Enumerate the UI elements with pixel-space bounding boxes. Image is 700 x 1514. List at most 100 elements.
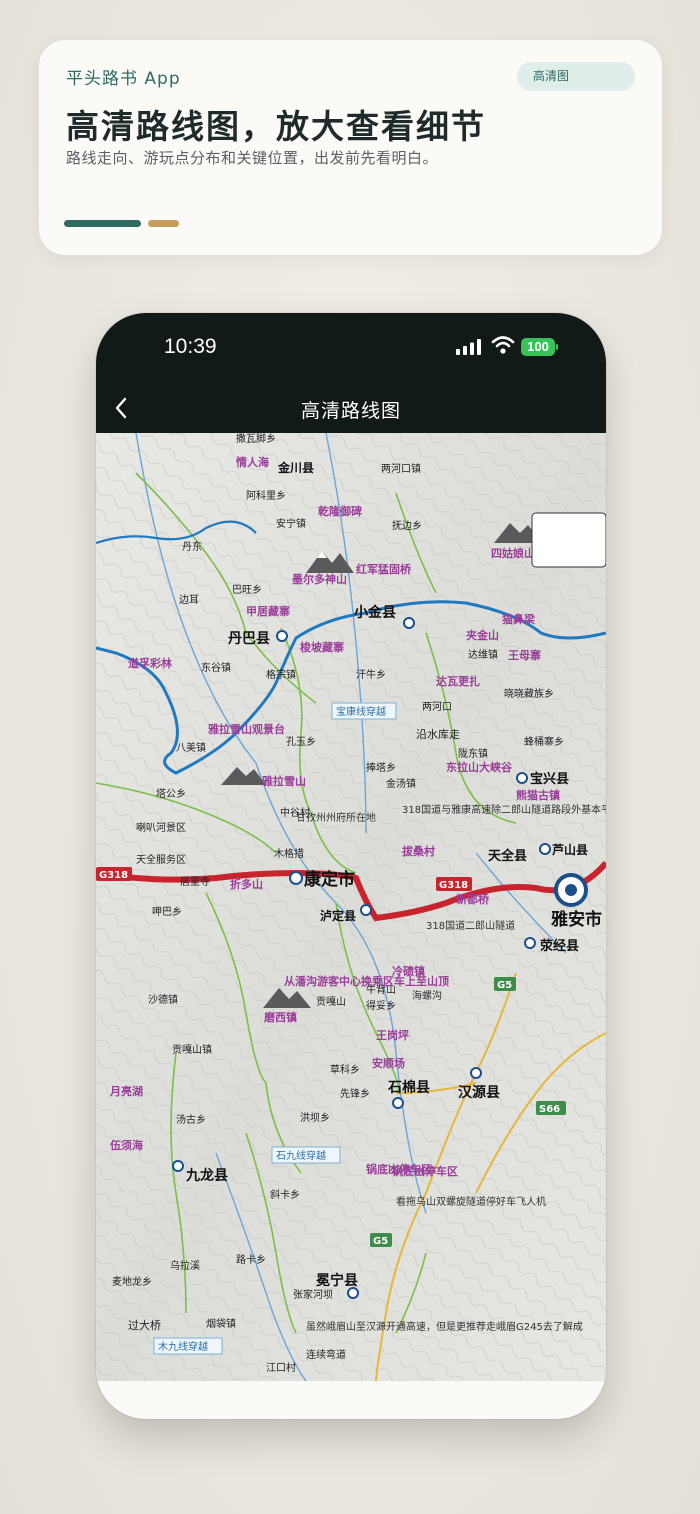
map-label: 草科乡 <box>330 1063 360 1076</box>
attraction-label: 熊猫古镇 <box>516 788 560 802</box>
route-map-svg[interactable]: G318 G318 G5 G5 S66 康定市 雅安市 泸定县 丹巴县 小金县 … <box>96 433 606 1381</box>
map-label: 两河口 <box>422 701 452 713</box>
map-label: 连续弯道 <box>306 1348 346 1361</box>
map-label: 洪坝乡 <box>300 1112 330 1124</box>
map-label: 孔玉乡 <box>286 736 316 748</box>
attraction-label: 新都桥 <box>456 892 490 906</box>
map-label: 贡嘎山镇 <box>172 1043 212 1056</box>
attraction-label: 从潘沟游客中心换乘区车上至山顶 <box>284 974 449 988</box>
map-label: 蜂桶寨乡 <box>524 735 564 748</box>
map-label: 天全服务区 <box>136 853 186 866</box>
city-label: 冕宁县 <box>316 1272 358 1289</box>
map-label: 贡嘎山 <box>316 996 346 1008</box>
annotation: 看拖乌山双螺旋隧道停好车飞人机 <box>396 1195 546 1208</box>
attraction-label: 月亮湖 <box>109 1084 143 1098</box>
attraction-label: 雅拉雪山 <box>262 774 306 788</box>
route-tag: 宝康线穿越 <box>336 705 386 718</box>
attraction-label: 四姑娘山 <box>491 546 535 560</box>
annotation: 318国道二郎山隧道 <box>426 919 515 932</box>
attraction-label: 达瓦更扎 <box>436 674 480 688</box>
map-label: 江口村 <box>266 1361 296 1374</box>
app-top-bar: 10:39 100 高清路线图 <box>96 313 606 433</box>
city-label: 金川县 <box>277 460 314 475</box>
city-label: 宝兴县 <box>530 771 569 787</box>
attraction-label: 雅拉雪山观景台 <box>208 722 285 736</box>
shield-label: G5 <box>497 980 512 991</box>
annotation: 虽然峨眉山至汉源开通高速，但是更推荐走峨眉G245去了解成 <box>306 1320 583 1333</box>
map-label: 路卡乡 <box>236 1253 266 1266</box>
attraction-label: 王岗坪 <box>376 1028 409 1042</box>
phone-mockup: 10:39 100 高清路线图 G318 G318 G5 G5 S66 康定市 … <box>96 313 606 1419</box>
city-label: 雅安市 <box>550 909 602 930</box>
attraction-label: 猫鼻梁 <box>502 612 536 626</box>
route-tag: 木九线穿越 <box>158 1340 208 1353</box>
attraction-label: 锅底凼停车区 <box>366 1162 432 1176</box>
attraction-label: 磨西镇 <box>263 1010 297 1024</box>
city-label: 九龙县 <box>185 1167 228 1184</box>
attraction-label: 王母寨 <box>508 648 541 662</box>
shield-label: G5 <box>373 1236 388 1247</box>
shield-label: S66 <box>539 1104 560 1115</box>
map-label: 边耳 <box>179 594 199 606</box>
map-label: 先锋乡 <box>340 1087 370 1100</box>
attraction-label: 墨尔多神山 <box>292 572 347 586</box>
map-label: 两河口镇 <box>381 462 421 475</box>
map-label: 汤古乡 <box>176 1113 206 1126</box>
city-label: 康定市 <box>304 869 355 890</box>
map-label: 沙德镇 <box>148 993 178 1006</box>
city-label: 小金县 <box>354 604 396 621</box>
annotation: 海螺沟 <box>412 989 442 1002</box>
map-label: 张家河坝 <box>293 1288 333 1301</box>
annotation: 318国道与雅康高速除二郎山隧道路段外基本平行 <box>402 803 606 816</box>
city-label: 石棉县 <box>387 1079 430 1096</box>
attraction-label: 东拉山大峡谷 <box>446 760 513 774</box>
map-label: 乌拉溪 <box>170 1259 200 1272</box>
map-label: 沿水库走 <box>416 728 460 741</box>
map-label: 汗牛乡 <box>356 668 386 681</box>
map-label: 呷巴乡 <box>152 906 182 918</box>
map-label: 过大桥 <box>128 1318 161 1332</box>
route-map[interactable]: G318 G318 G5 G5 S66 康定市 雅安市 泸定县 丹巴县 小金县 … <box>96 433 606 1381</box>
intro-card: 平头路书 App 高清图 高清路线图，放大查看细节 路线走向、游玩点分布和关键位… <box>39 40 662 255</box>
map-label: 东谷镇 <box>201 661 231 674</box>
map-label: 巴旺乡 <box>232 584 262 596</box>
accent-bar <box>64 220 141 227</box>
map-label: 居里寺 <box>180 876 210 888</box>
city-label: 丹巴县 <box>228 631 270 647</box>
attraction-label: 红军猛固桥 <box>356 562 412 576</box>
map-label: 晓晓藏族乡 <box>504 687 554 700</box>
city-label: 汉源县 <box>458 1084 500 1101</box>
battery-tip <box>556 344 558 350</box>
map-label: 捧塔乡 <box>366 761 396 774</box>
map-label: 丹东 <box>182 540 202 553</box>
map-label: 塔公乡 <box>156 787 186 800</box>
attraction-label: 伍须海 <box>109 1138 143 1152</box>
map-label: 达维镇 <box>468 648 498 661</box>
map-label: 木格措 <box>274 847 304 860</box>
attraction-label: 夹金山 <box>466 628 499 642</box>
map-label: 八美镇 <box>176 741 206 754</box>
map-label: 抚边乡 <box>392 520 422 532</box>
status-time: 10:39 <box>164 335 217 358</box>
route-tag: 石九线穿越 <box>276 1149 326 1162</box>
attraction-label: 道孚彩林 <box>128 656 172 670</box>
page-subtitle: 路线走向、游玩点分布和关键位置，出发前先看明白。 <box>66 149 439 167</box>
shield-label: G318 <box>99 870 128 881</box>
annotation: 甘孜州州府所在地 <box>296 811 376 824</box>
signal-icon <box>456 339 481 355</box>
attraction-label: 情人海 <box>236 455 269 469</box>
map-label: 喇叭河景区 <box>136 822 186 834</box>
map-label: 烟袋镇 <box>206 1317 236 1330</box>
map-label: 阿科里乡 <box>246 489 286 502</box>
note-box <box>531 512 606 568</box>
map-label: 格宗镇 <box>266 668 296 681</box>
attraction-label: 安顺场 <box>372 1056 405 1070</box>
map-label: 金汤镇 <box>386 777 416 790</box>
app-name: 平头路书 App <box>66 69 181 89</box>
attraction-label: 甲居藏寨 <box>246 604 290 618</box>
city-label: 芦山县 <box>552 842 588 857</box>
page-title: 高清路线图，放大查看细节 <box>66 107 486 146</box>
attraction-label: 梭坡藏寨 <box>300 640 344 654</box>
accent-bar-short <box>148 220 179 227</box>
map-label: 撒瓦脚乡 <box>236 433 276 445</box>
